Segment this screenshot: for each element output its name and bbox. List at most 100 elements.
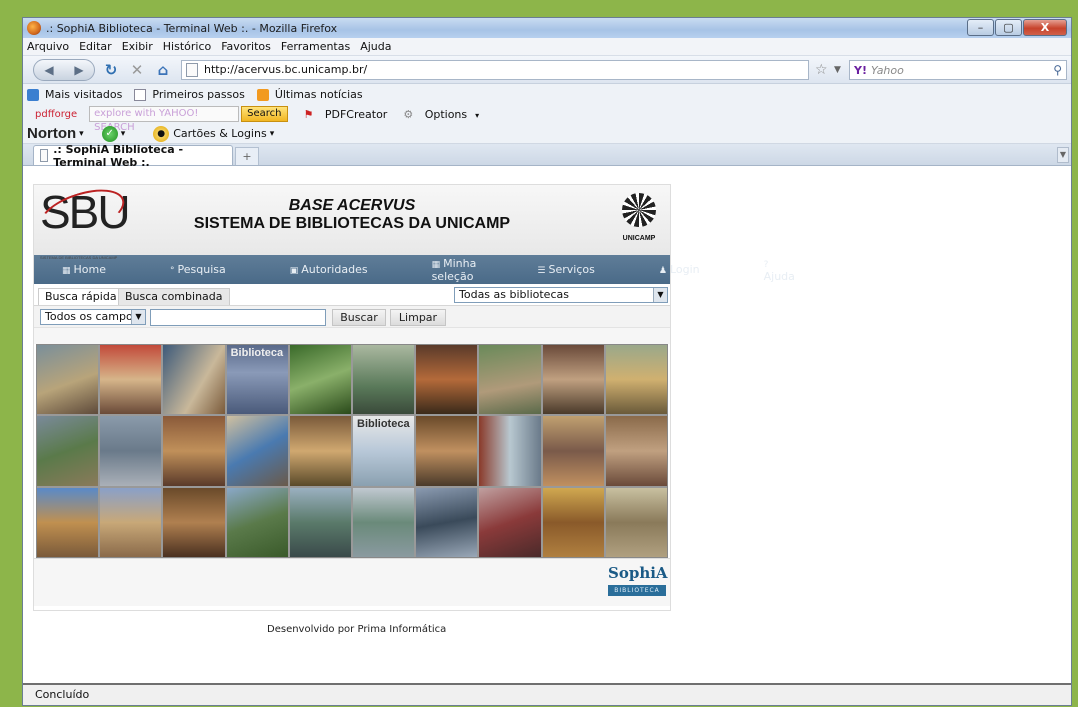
menu-ferramentas[interactable]: Ferramentas <box>281 40 350 53</box>
nav-autoridades[interactable]: ▣ Autoridades <box>290 263 400 276</box>
bookmark-ultimas-noticias[interactable]: Últimas notícias <box>256 87 369 101</box>
search-input[interactable] <box>150 309 326 326</box>
search-input[interactable]: Yahoo <box>871 64 1053 77</box>
sophia-logo-text: SophiA <box>608 564 668 582</box>
back-forward-buttons[interactable]: ◀ ▶ <box>33 58 95 81</box>
site-footer: SophiA BIBLIOTECA <box>34 558 670 606</box>
bookmark-label: Últimas notícias <box>274 87 363 101</box>
library-photo <box>163 487 225 557</box>
bookmarks-toolbar: Mais visitados Primeiros passos Últimas … <box>23 84 1071 104</box>
address-bar[interactable]: http://acervus.bc.unicamp.br/ <box>181 59 809 80</box>
bookmark-primeiros-passos[interactable]: Primeiros passos <box>134 88 250 101</box>
home-icon[interactable]: ⌂ <box>153 61 173 79</box>
library-photo <box>479 487 541 557</box>
nav-minha-selecao[interactable]: ▦ Minha seleção <box>432 257 506 283</box>
authorities-icon: ▣ <box>289 266 299 276</box>
gear-icon: ⚙ <box>403 107 417 121</box>
library-select[interactable]: Todas as bibliotecas ▼ <box>454 287 668 303</box>
rss-icon <box>256 88 269 101</box>
library-photo <box>416 487 478 557</box>
norton-check-icon[interactable]: ✓ <box>101 125 118 142</box>
yahoo-search-input[interactable]: explore with YAHOO! SEARCH <box>89 106 240 133</box>
navigation-toolbar: ◀ ▶ ↻ ✕ ⌂ http://acervus.bc.unicamp.br/ … <box>23 56 1071 84</box>
library-photo <box>37 416 99 486</box>
menu-editar[interactable]: Editar <box>79 40 112 53</box>
norton-logo[interactable]: Norton <box>27 125 76 142</box>
limpar-button[interactable]: Limpar <box>390 309 446 326</box>
bookmark-star-icon[interactable]: ☆ <box>815 62 831 78</box>
menu-ajuda[interactable]: Ajuda <box>360 40 391 53</box>
minimize-button[interactable]: – <box>967 19 994 36</box>
tab-list-arrow-icon[interactable]: ▼ <box>1057 147 1069 163</box>
library-photo <box>542 416 604 486</box>
search-form: Todos os campos ▼ Buscar Limpar <box>34 306 670 328</box>
tab-busca-combinada[interactable]: Busca combinada <box>118 288 230 305</box>
library-photo <box>100 487 162 557</box>
window-title: .: SophiA Biblioteca - Terminal Web :. -… <box>46 21 338 35</box>
field-select[interactable]: Todos os campos ▼ <box>40 309 146 325</box>
menu-historico[interactable]: Histórico <box>163 40 211 53</box>
menu-favoritos[interactable]: Favoritos <box>221 40 271 53</box>
back-arrow-icon[interactable]: ◀ <box>44 63 53 77</box>
firefox-icon <box>27 21 41 35</box>
nav-label: Login <box>669 263 700 276</box>
user-icon: ♟ <box>658 266 667 276</box>
nav-ajuda[interactable]: ?Ajuda <box>764 257 827 283</box>
cartoes-logins-button[interactable]: Cartões & Logins <box>173 127 266 140</box>
search-icon: ° <box>170 266 175 276</box>
forward-arrow-icon[interactable]: ▶ <box>74 63 83 77</box>
library-photo <box>416 416 478 486</box>
pdfforge-logo: pdfforge <box>35 108 78 120</box>
yahoo-search-button[interactable]: Search <box>241 106 288 122</box>
nav-label: Autoridades <box>301 263 368 276</box>
buscar-button[interactable]: Buscar <box>332 309 386 326</box>
tab-busca-rapida[interactable]: Busca rápida <box>38 288 124 305</box>
sophia-site: SBU SISTEMA DE BIBLIOTECAS DA UNICAMP BA… <box>33 180 795 611</box>
options-button[interactable]: ⚙ Options ▾ <box>395 108 479 121</box>
yahoo-icon[interactable]: Y! <box>854 64 867 77</box>
pdf-icon: ⚑ <box>303 107 317 121</box>
site-title-line1: BASE ACERVUS <box>288 197 416 214</box>
options-label: Options <box>424 107 468 121</box>
nav-servicos[interactable]: ☰ Serviços <box>537 263 626 276</box>
library-select-value: Todas as bibliotecas <box>459 288 569 301</box>
unicamp-emblem-icon <box>622 193 656 227</box>
maximize-button[interactable]: ▢ <box>995 19 1022 36</box>
chevron-down-icon[interactable]: ▼ <box>131 310 145 324</box>
library-photo <box>605 416 667 486</box>
library-photo <box>226 487 288 557</box>
search-box[interactable]: Y! Yahoo ⚲ <box>849 60 1067 80</box>
bookmark-label: Mais visitados <box>45 87 123 101</box>
library-photo <box>100 345 162 415</box>
field-select-value: Todos os campos <box>45 310 139 323</box>
url-text[interactable]: http://acervus.bc.unicamp.br/ <box>204 63 367 76</box>
reload-icon[interactable]: ↻ <box>101 61 121 79</box>
pdfcreator-button[interactable]: ⚑ PDFCreator <box>296 108 388 121</box>
nav-login[interactable]: ♟ Login <box>659 263 732 276</box>
biblioteca-sign: Biblioteca <box>357 418 410 431</box>
menu-exibir[interactable]: Exibir <box>122 40 153 53</box>
bookmark-icon <box>27 88 39 101</box>
library-photo <box>37 345 99 415</box>
stop-icon[interactable]: ✕ <box>127 61 147 79</box>
url-dropdown-icon[interactable]: ▼ <box>834 65 841 75</box>
nav-pesquisa[interactable]: ° Pesquisa <box>170 263 258 276</box>
selection-icon: ▦ <box>431 259 441 270</box>
library-photo <box>100 416 162 486</box>
pdfforge-toolbar: pdfforge explore with YAHOO! SEARCH Sear… <box>23 104 1071 133</box>
title-bar: .: SophiA Biblioteca - Terminal Web :. -… <box>23 18 1071 38</box>
library-photo <box>416 345 478 415</box>
library-photo <box>163 416 225 486</box>
close-button[interactable]: X <box>1023 19 1067 36</box>
bookmark-mais-visitados[interactable]: Mais visitados <box>27 88 128 101</box>
library-photo: Biblioteca <box>353 416 415 486</box>
new-tab-button[interactable]: + <box>235 147 259 165</box>
tab-sophia[interactable]: .: SophiA Biblioteca - Terminal Web :. <box>33 143 233 169</box>
site-title-line2: SISTEMA DE BIBLIOTECAS DA UNICAMP <box>193 215 511 232</box>
page-icon <box>134 88 147 101</box>
page-content: SBU SISTEMA DE BIBLIOTECAS DA UNICAMP BA… <box>23 180 1071 680</box>
library-photo <box>479 416 541 486</box>
search-icon[interactable]: ⚲ <box>1053 63 1062 77</box>
menu-arquivo[interactable]: Arquivo <box>27 40 69 53</box>
chevron-down-icon[interactable]: ▼ <box>653 288 667 302</box>
